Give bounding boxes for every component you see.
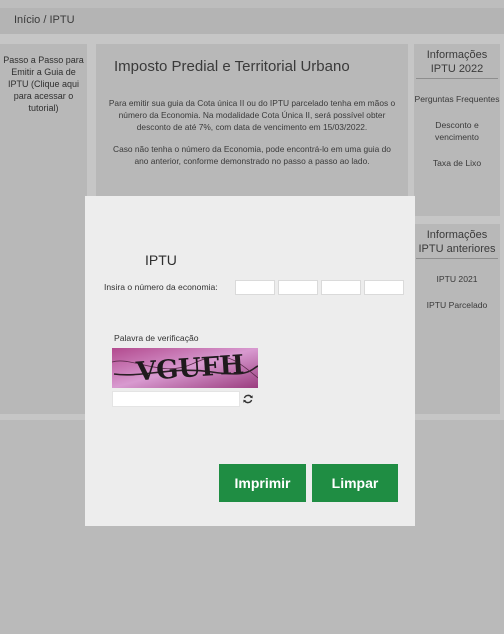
captcha-image: VGUFH: [112, 348, 258, 388]
iptu-2021-link[interactable]: IPTU 2021: [414, 273, 500, 285]
garbage-fee-link[interactable]: Taxa de Lixo: [414, 157, 500, 169]
clear-button[interactable]: Limpar: [312, 464, 398, 502]
intro-paragraph: Para emitir sua guia da Cota única II ou…: [108, 98, 396, 132]
economy-help-paragraph: Caso não tenha o número da Economia, pod…: [113, 144, 391, 166]
economy-number-field-2[interactable]: [278, 280, 318, 295]
captcha-label: Palavra de verificação: [114, 333, 199, 343]
iptu-2022-heading: Informações IPTU 2022: [416, 44, 498, 79]
tutorial-link-text: Passo a Passo para Emitir a Guia de IPTU…: [3, 55, 84, 113]
faq-link[interactable]: Perguntas Frequentes: [414, 93, 500, 105]
economy-number-field-4[interactable]: [364, 280, 404, 295]
economy-number-field-3[interactable]: [321, 280, 361, 295]
top-strip: [0, 0, 504, 8]
previous-iptu-heading: Informações IPTU anteriores: [416, 224, 498, 259]
iptu-2022-info-panel: Informações IPTU 2022 Perguntas Frequent…: [414, 44, 500, 216]
print-button[interactable]: Imprimir: [219, 464, 306, 502]
captcha-answer-input[interactable]: [112, 391, 240, 407]
iptu-print-dialog: IPTU Insira o número da economia: Palavr…: [85, 196, 415, 526]
previous-iptu-info-panel: Informações IPTU anteriores IPTU 2021 IP…: [414, 224, 500, 414]
dialog-title: IPTU: [145, 252, 177, 268]
breadcrumb-separator: /: [43, 14, 47, 26]
breadcrumb-home-link[interactable]: Início: [14, 14, 40, 26]
iptu-installments-link[interactable]: IPTU Parcelado: [414, 299, 500, 311]
breadcrumb-current: IPTU: [49, 14, 75, 26]
discount-due-date-link[interactable]: Desconto e vencimento: [414, 119, 500, 143]
economy-number-field-1[interactable]: [235, 280, 275, 295]
refresh-icon[interactable]: [242, 393, 254, 405]
breadcrumb: Início / IPTU: [0, 8, 504, 34]
economy-number-label: Insira o número da economia:: [104, 282, 218, 292]
page-title: Imposto Predial e Territorial Urbano: [114, 58, 350, 75]
tutorial-link[interactable]: Passo a Passo para Emitir a Guia de IPTU…: [0, 44, 87, 414]
